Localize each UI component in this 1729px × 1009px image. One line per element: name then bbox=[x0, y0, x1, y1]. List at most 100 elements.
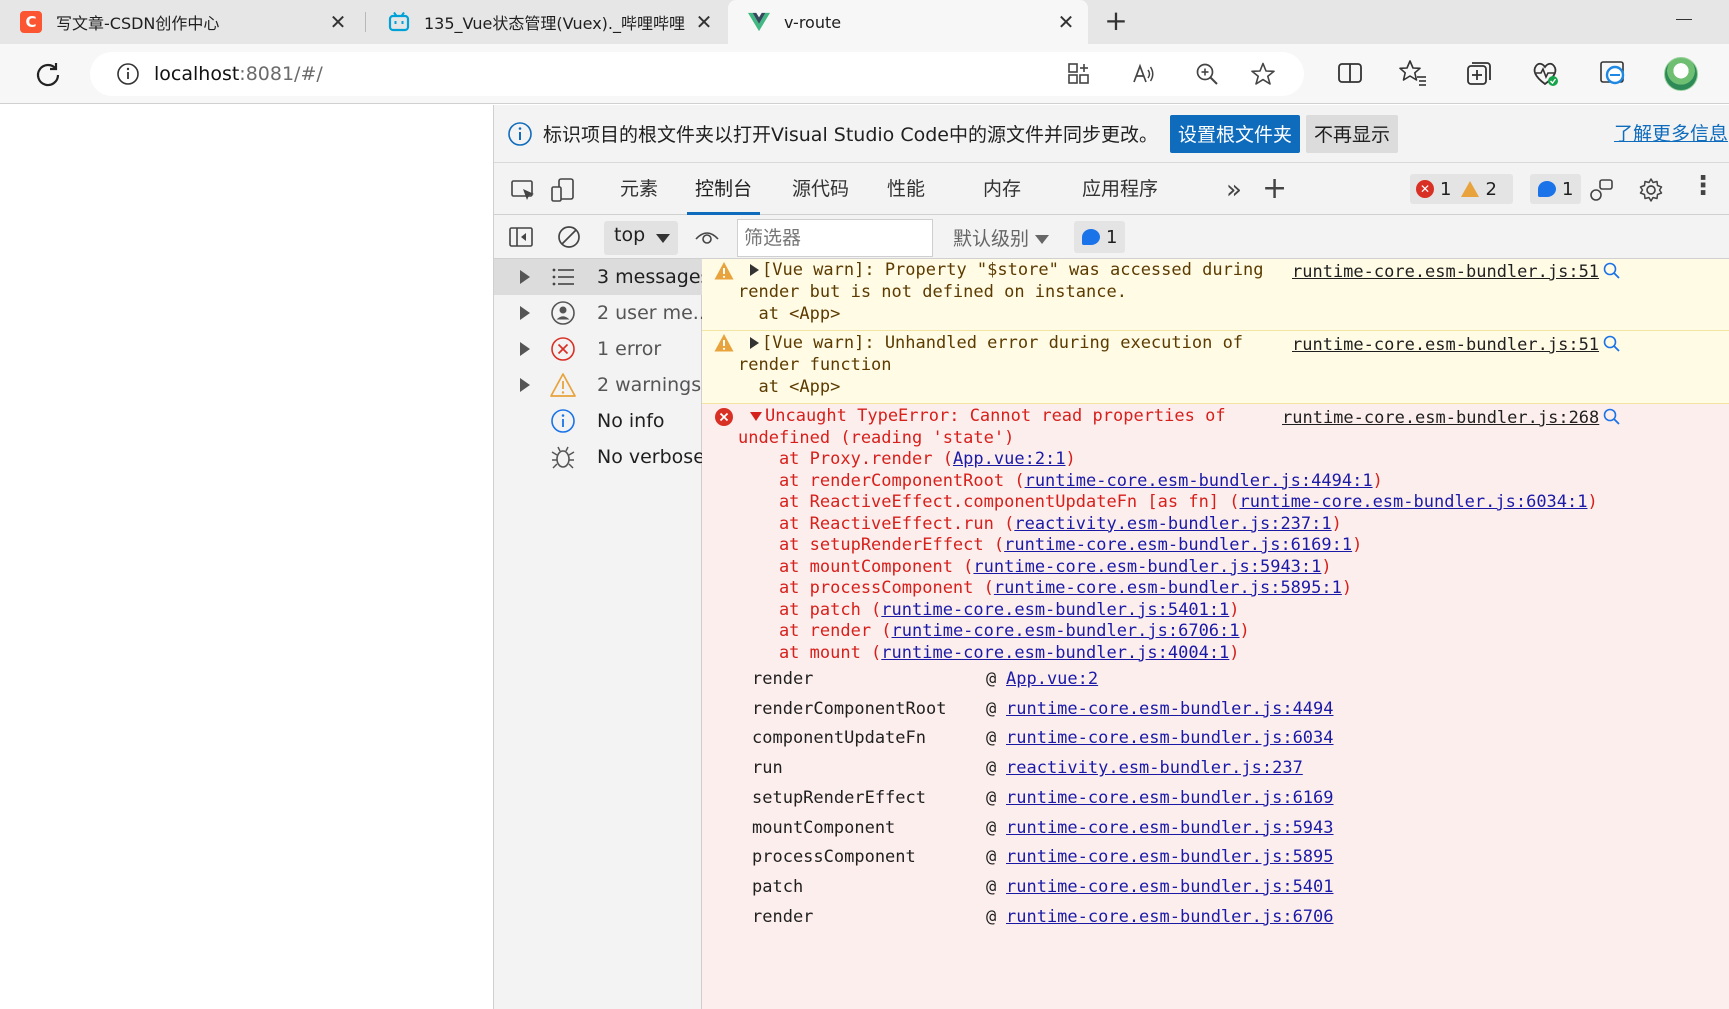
error-icon bbox=[715, 408, 733, 426]
tab-memory[interactable]: 内存 bbox=[975, 163, 1029, 215]
inspect-element-icon[interactable] bbox=[510, 177, 536, 203]
dont-show-again-button[interactable]: 不再显示 bbox=[1305, 114, 1398, 153]
tab-console[interactable]: 控制台 bbox=[687, 163, 761, 215]
sidebar-item-errors[interactable]: 1 error bbox=[494, 331, 702, 367]
stack-call: at renderComponentRoot ( bbox=[738, 470, 1025, 491]
stack-source-link[interactable]: runtime-core.esm-bundler.js:6169:1 bbox=[1004, 535, 1352, 555]
settings-gear-icon[interactable] bbox=[1638, 177, 1664, 203]
stack-source-link[interactable]: runtime-core.esm-bundler.js:5401:1 bbox=[881, 600, 1229, 620]
expand-arrow-icon[interactable] bbox=[750, 337, 759, 349]
frame-source-link[interactable]: runtime-core.esm-bundler.js:5943 bbox=[1006, 818, 1334, 838]
stack-paren: ) bbox=[1372, 470, 1383, 491]
customize-more-icon[interactable]: ⋮ bbox=[1690, 171, 1716, 201]
tab-performance[interactable]: 性能 bbox=[879, 163, 933, 215]
search-icon[interactable] bbox=[1602, 334, 1622, 354]
frame-source-link[interactable]: runtime-core.esm-bundler.js:5401 bbox=[1006, 877, 1334, 897]
favorite-star-icon[interactable] bbox=[1250, 61, 1276, 87]
tab-elements[interactable]: 元素 bbox=[612, 163, 666, 215]
stack-source-link[interactable]: runtime-core.esm-bundler.js:6034:1 bbox=[1240, 492, 1588, 512]
stack-source-link[interactable]: runtime-core.esm-bundler.js:4004:1 bbox=[881, 643, 1229, 663]
frame-source-link[interactable]: runtime-core.esm-bundler.js:6034 bbox=[1006, 728, 1334, 748]
profile-avatar[interactable] bbox=[1664, 57, 1698, 91]
execution-context-select[interactable]: top bbox=[604, 221, 678, 255]
source-link[interactable]: runtime-core.esm-bundler.js:51 bbox=[1292, 262, 1599, 282]
sidebar-item-info[interactable]: No info bbox=[494, 403, 702, 439]
console-warning-message[interactable]: [Vue warn]: Property "$store" was access… bbox=[702, 259, 1729, 331]
source-link[interactable]: runtime-core.esm-bundler.js:51 bbox=[1292, 335, 1599, 355]
stack-source-link[interactable]: App.vue:2:1 bbox=[953, 449, 1066, 469]
sidebar-item-user-messages[interactable]: 2 user me... bbox=[494, 295, 711, 331]
tab-sources[interactable]: 源代码 bbox=[784, 163, 857, 215]
read-aloud-icon[interactable] bbox=[1130, 61, 1156, 87]
frame-source-link[interactable]: runtime-core.esm-bundler.js:6706 bbox=[1006, 907, 1334, 927]
source-link[interactable]: runtime-core.esm-bundler.js:268 bbox=[1282, 408, 1599, 428]
add-tool-plus-icon[interactable]: + bbox=[1262, 171, 1287, 206]
clear-console-icon[interactable] bbox=[556, 224, 582, 250]
browser-tab-bilibili[interactable]: 135_Vue状态管理(Vuex)._哔哩哔哩 ✕ bbox=[368, 0, 726, 44]
more-tabs-chevron-icon[interactable]: » bbox=[1226, 175, 1242, 205]
device-emulation-icon[interactable] bbox=[550, 177, 576, 203]
ie-mode-icon[interactable] bbox=[1598, 58, 1628, 88]
expand-arrow-icon[interactable] bbox=[750, 264, 759, 276]
feedback-icon[interactable] bbox=[1588, 177, 1614, 203]
console-issue-counter[interactable]: 1 bbox=[1074, 221, 1126, 253]
learn-more-link[interactable]: 了解更多信息 bbox=[1614, 119, 1728, 146]
search-icon[interactable] bbox=[1602, 261, 1622, 281]
split-screen-icon[interactable] bbox=[1335, 58, 1365, 88]
close-tab-icon[interactable]: ✕ bbox=[694, 10, 714, 34]
stack-source-link[interactable]: reactivity.esm-bundler.js:237:1 bbox=[1014, 514, 1331, 534]
frame-at-symbol: @ bbox=[986, 847, 997, 868]
live-expression-eye-icon[interactable] bbox=[694, 224, 720, 250]
url-text[interactable]: localhost:8081/#/ bbox=[154, 63, 323, 85]
frame-source-link[interactable]: runtime-core.esm-bundler.js:5895 bbox=[1006, 847, 1334, 867]
browser-tab-csdn[interactable]: C 写文章-CSDN创作中心 ✕ bbox=[0, 0, 360, 44]
stack-source-link[interactable]: runtime-core.esm-bundler.js:5895:1 bbox=[994, 578, 1342, 598]
address-bar[interactable]: localhost:8081/#/ bbox=[90, 52, 1304, 96]
console-warning-message[interactable]: [Vue warn]: Unhandled error during execu… bbox=[702, 331, 1729, 404]
browser-tab-v-route[interactable]: v-route ✕ bbox=[728, 0, 1088, 44]
sidebar-item-messages[interactable]: 3 messages bbox=[494, 259, 710, 295]
frame-source-link[interactable]: App.vue:2 bbox=[1006, 669, 1098, 689]
browser-essentials-icon[interactable] bbox=[1530, 58, 1560, 88]
log-levels-dropdown[interactable]: 默认级别 bbox=[953, 224, 1050, 251]
stack-source-link[interactable]: runtime-core.esm-bundler.js:5943:1 bbox=[973, 557, 1321, 577]
levels-label: 默认级别 bbox=[953, 228, 1030, 250]
tab-application[interactable]: 应用程序 bbox=[1074, 163, 1166, 215]
stack-source-link[interactable]: runtime-core.esm-bundler.js:4494:1 bbox=[1025, 471, 1373, 491]
set-root-folder-button[interactable]: 设置根文件夹 bbox=[1169, 114, 1300, 153]
issue-counter[interactable]: ✕ 1 2 bbox=[1410, 174, 1513, 204]
tab-title: v-route bbox=[784, 12, 842, 32]
info-counter[interactable]: 1 bbox=[1530, 174, 1582, 204]
expand-arrow-icon[interactable] bbox=[520, 342, 530, 356]
stack-source-link[interactable]: runtime-core.esm-bundler.js:6706:1 bbox=[892, 621, 1240, 641]
zoom-icon[interactable] bbox=[1194, 61, 1220, 87]
site-info-icon[interactable] bbox=[116, 62, 140, 86]
expand-arrow-icon[interactable] bbox=[520, 306, 530, 320]
search-icon[interactable] bbox=[1602, 407, 1622, 427]
sidebar-item-verbose[interactable]: No verbose bbox=[494, 439, 705, 475]
close-tab-icon[interactable]: ✕ bbox=[1056, 10, 1076, 34]
message-bubble-icon bbox=[1082, 229, 1100, 245]
collapse-arrow-icon[interactable] bbox=[750, 411, 762, 421]
warning-icon bbox=[1461, 181, 1480, 197]
reload-icon[interactable] bbox=[34, 60, 62, 88]
console-error-message[interactable]: Uncaught TypeError: Cannot read properti… bbox=[702, 404, 1729, 1009]
expand-arrow-icon[interactable] bbox=[520, 378, 530, 392]
csdn-favicon-icon: C bbox=[20, 11, 42, 33]
frame-source-link[interactable]: runtime-core.esm-bundler.js:6169 bbox=[1006, 788, 1334, 808]
stack-paren: ) bbox=[1239, 621, 1250, 641]
sidebar-item-warnings[interactable]: 2 warnings bbox=[494, 367, 702, 403]
close-tab-icon[interactable]: ✕ bbox=[328, 10, 348, 34]
favorites-icon[interactable] bbox=[1398, 58, 1428, 88]
app-available-icon[interactable] bbox=[1066, 61, 1092, 87]
frame-function-name: componentUpdateFn bbox=[752, 728, 926, 749]
console-filter-input[interactable] bbox=[737, 219, 933, 257]
minimize-window-button[interactable] bbox=[1676, 19, 1692, 20]
frame-source-link[interactable]: reactivity.esm-bundler.js:237 bbox=[1006, 758, 1303, 778]
browser-tab-strip: C 写文章-CSDN创作中心 ✕ 135_Vue状态管理(Vuex)._哔哩哔哩… bbox=[0, 0, 1729, 44]
frame-source-link[interactable]: runtime-core.esm-bundler.js:4494 bbox=[1006, 699, 1334, 719]
expand-arrow-icon[interactable] bbox=[520, 270, 530, 284]
new-tab-button[interactable]: + bbox=[1100, 6, 1132, 38]
toggle-sidebar-icon[interactable] bbox=[508, 224, 534, 250]
collections-icon[interactable] bbox=[1464, 58, 1494, 88]
